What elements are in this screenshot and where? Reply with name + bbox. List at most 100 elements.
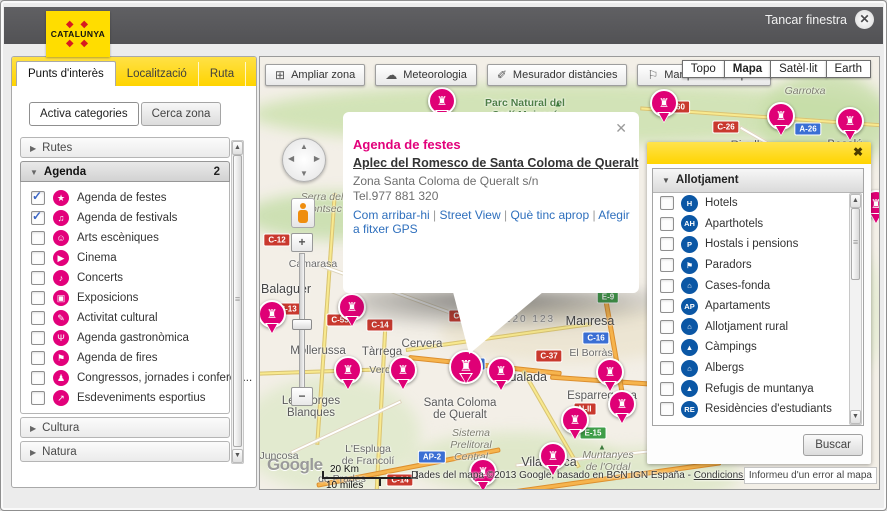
lodging-checkbox[interactable] [660,217,674,231]
scroll-up-icon[interactable]: ▲ [850,194,861,208]
category-checkbox[interactable] [31,331,45,345]
category-label: Esdeveniments esportius [77,392,205,404]
map-type-button[interactable]: Topo [682,60,725,78]
poi-marker[interactable]: ♜ [596,358,624,386]
map-tool-button[interactable]: ☁Meteorologia [375,64,477,86]
poi-marker[interactable]: ♜ [836,107,864,135]
map-type-button[interactable]: Satèl·lit [770,60,826,78]
category-item: ⚑ Agenda de fires [21,348,229,368]
lodging-checkbox[interactable] [660,237,674,251]
sidebar-tab[interactable]: Ruta [199,62,246,86]
scroll-up-icon[interactable]: ▲ [232,141,243,155]
category-checkbox[interactable] [31,191,45,205]
link-separator: | [501,208,511,222]
group-allotjament[interactable]: ▼Allotjament [653,169,863,193]
map-tool-button[interactable]: ⊞Ampliar zona [265,64,365,86]
lodging-checkbox[interactable] [660,340,674,354]
lodging-checkbox[interactable] [660,258,674,272]
popup-action-link[interactable]: Street View [439,208,500,222]
map-type-button[interactable]: Earth [826,60,872,78]
poi-marker[interactable]: ♜ [487,357,515,385]
category-checkbox[interactable] [31,271,45,285]
poi-marker[interactable]: ♜ [539,442,567,470]
category-checkbox[interactable] [31,311,45,325]
pan-up-icon[interactable]: ▲ [300,142,308,151]
lodging-checkbox[interactable] [660,382,674,396]
search-button[interactable]: Buscar [803,434,863,456]
lodging-checkbox[interactable] [660,361,674,375]
marker-icon: ♜ [267,307,278,321]
category-checkbox[interactable] [31,231,45,245]
lodging-checkbox[interactable] [660,299,674,313]
zoom-out-button[interactable]: − [291,387,313,406]
popup-action-link[interactable]: Què tinc aprop [510,208,589,222]
scroll-down-icon[interactable]: ▼ [850,410,861,424]
widget-title-bar[interactable]: ✖ [647,142,871,164]
tool-icon: ☁ [385,68,397,82]
poi-marker[interactable]: ♜ [389,356,417,384]
road-shield: C-14 [386,474,413,487]
sidebar-tab[interactable]: Punts d'interès [16,61,116,86]
lodging-checkbox[interactable] [660,402,674,416]
map-type-button[interactable]: Mapa [724,60,771,78]
popup-close-icon[interactable]: ✕ [615,120,627,137]
poi-marker[interactable]: ♜ [334,356,362,384]
collapsed-arrow-icon: ▶ [30,448,36,457]
category-item: ▣ Exposicions [21,288,229,308]
sidebar-tab[interactable]: Localització [116,62,199,86]
lodging-label: Allotjament rural [705,321,788,333]
category-checkbox[interactable] [31,291,45,305]
marker-icon: ♜ [776,109,787,123]
search-zone-button[interactable]: Cerca zona [141,102,222,126]
lodging-checkbox[interactable] [660,279,674,293]
link-separator: | [589,208,598,222]
poi-marker[interactable]: ♜ [608,390,636,418]
report-map-error-link[interactable]: Informeu d'un error al mapa [744,467,877,484]
group-rutes[interactable]: ▶Rutes [20,137,230,158]
lodging-checkbox[interactable] [660,196,674,210]
pan-right-icon[interactable]: ▶ [314,154,320,163]
poi-marker[interactable]: ♜ [561,406,589,434]
poi-marker[interactable]: ♜ [259,300,286,328]
category-checkbox[interactable] [31,351,45,365]
group-natura[interactable]: ▶Natura [20,441,230,462]
group-cultura[interactable]: ▶Cultura [20,417,230,438]
popup-action-link[interactable]: Com arribar-hi [353,208,430,222]
map-canvas[interactable]: RipollBesalúGarrotxaParc Natural del Cad… [259,56,880,490]
activate-categories-button[interactable]: Activa categories [29,102,139,126]
category-checkbox[interactable] [31,391,45,405]
pan-left-icon[interactable]: ◀ [288,154,294,163]
map-tool-button[interactable]: ✐Mesurador distàncies [487,64,628,86]
sidebar-scrollbar[interactable]: ▲ ▼ [231,140,244,464]
category-label: Exposicions [77,292,138,304]
category-checkbox[interactable] [31,371,45,385]
category-checkbox[interactable] [31,251,45,265]
lodging-checkbox[interactable] [660,320,674,334]
category-icon: Ψ [53,330,69,346]
pan-control[interactable]: ▲ ▼ ◀ ▶ [282,138,326,182]
road-shield: A-26 [794,123,821,136]
zoom-slider-handle[interactable] [292,319,312,330]
street-view-pegman[interactable] [291,198,315,228]
category-checkbox[interactable] [31,211,45,225]
scroll-down-icon[interactable]: ▼ [232,449,243,463]
close-window-icon[interactable]: ✕ [855,10,874,29]
scrollbar-thumb[interactable] [851,208,860,280]
widget-close-icon[interactable]: ✖ [853,145,863,159]
scrollbar-thumb[interactable] [233,155,242,447]
marker-icon: ♜ [437,94,448,108]
lodging-icon: P [681,236,698,253]
zoom-in-button[interactable]: + [291,233,313,252]
category-item: ♪ Concerts [21,268,229,288]
lodging-icon: H [681,195,698,212]
lodging-item: ▲ Refugis de muntanya [653,378,863,399]
poi-marker[interactable]: ♜ [449,350,483,384]
popup-title-link[interactable]: Aplec del Romesco de Santa Coloma de Que… [353,156,639,170]
group-agenda[interactable]: ▼Agenda2 [20,161,230,182]
poi-marker[interactable]: ♜ [650,89,678,117]
widget-scrollbar[interactable]: ▲ ▼ [849,193,862,425]
poi-marker[interactable]: ♜ [767,102,795,130]
lodging-label: Cases-fonda [705,280,770,292]
poi-marker[interactable]: ♜ [428,87,456,115]
pan-down-icon[interactable]: ▼ [300,169,308,178]
